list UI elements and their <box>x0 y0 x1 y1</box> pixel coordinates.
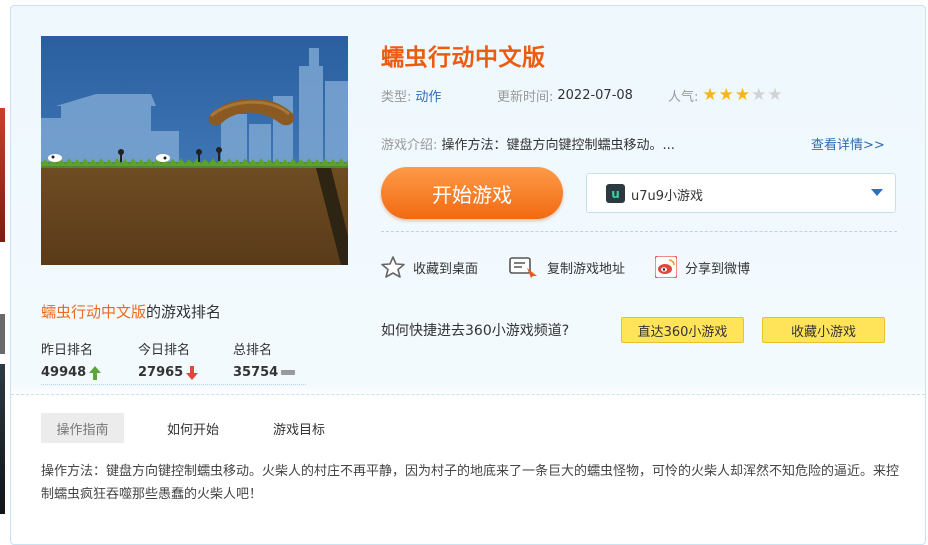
tab-how-to-start[interactable]: 如何开始 <box>167 413 219 443</box>
star-empty-icon: ★ <box>767 85 783 105</box>
share-weibo-button[interactable]: 分享到微博 <box>655 256 750 278</box>
rank-total: 总排名 35754 <box>233 339 296 380</box>
view-details-link[interactable]: 查看详情>> <box>811 134 885 153</box>
rank-value: 35754 <box>233 365 296 380</box>
arrow-up-icon <box>89 365 102 380</box>
popularity-stars: ★ ★ ★ ★ ★ <box>702 87 782 104</box>
goto-360-games-button[interactable]: 直达360小游戏 <box>621 317 744 343</box>
game-type: 类型: 动作 <box>381 86 441 105</box>
channel-question: 如何快捷进去360小游戏频道? <box>381 323 570 339</box>
update-label: 更新时间: <box>497 90 554 105</box>
ranking-game-link[interactable]: 蠕虫行动中文版 <box>41 303 146 321</box>
divider <box>41 384 306 385</box>
rank-label: 总排名 <box>233 343 273 358</box>
game-screenshot[interactable] <box>41 36 348 265</box>
copy-link-icon <box>509 257 537 278</box>
guide-text: 操作方法：键盘方向键控制蠕虫移动。火柴人的村庄不再平静，因为村子的地底来了一条巨… <box>41 464 900 502</box>
popularity-label: 人气: <box>668 90 699 105</box>
ranking-title: 蠕虫行动中文版的游戏排名 <box>41 301 221 322</box>
game-update-time: 更新时间: 2022-07-08 <box>497 86 633 105</box>
intro-text: 操作方法：键盘方向键控制蠕虫移动。... <box>441 138 675 153</box>
game-title: 蠕虫行动中文版 <box>381 45 546 71</box>
rank-label: 今日排名 <box>138 343 191 358</box>
intro-label: 游戏介绍: <box>381 138 438 153</box>
u7u9-logo-icon: u <box>606 184 625 203</box>
update-value: 2022-07-08 <box>557 88 633 103</box>
star-empty-icon: ★ <box>751 85 767 105</box>
background-edge <box>0 364 5 514</box>
share-weibo-label: 分享到微博 <box>685 261 751 277</box>
chevron-down-icon <box>871 189 883 196</box>
background-edge <box>0 108 5 242</box>
favorite-games-button[interactable]: 收藏小游戏 <box>762 317 885 343</box>
star-filled-icon: ★ <box>702 85 718 105</box>
divider <box>381 231 897 232</box>
flat-dash-icon <box>281 369 296 375</box>
star-outline-icon <box>381 256 405 278</box>
rank-today: 今日排名 27965 <box>138 339 199 380</box>
server-select[interactable]: u u7u9小游戏 <box>586 173 896 213</box>
copy-address-label: 复制游戏地址 <box>547 261 626 277</box>
weibo-icon <box>655 256 677 278</box>
rank-yesterday: 昨日排名 49948 <box>41 339 102 380</box>
server-name: u7u9小游戏 <box>631 189 704 204</box>
background-edge <box>0 314 5 354</box>
tab-game-goal[interactable]: 游戏目标 <box>273 413 325 443</box>
arrow-down-icon <box>186 365 199 380</box>
divider <box>11 394 925 395</box>
rank-label: 昨日排名 <box>41 343 94 358</box>
add-to-desktop-label: 收藏到桌面 <box>413 261 479 277</box>
guide-tabs: 操作指南 如何开始 游戏目标 <box>41 413 325 443</box>
game-popularity: 人气: ★ ★ ★ ★ ★ <box>668 86 783 106</box>
start-game-button[interactable]: 开始游戏 <box>381 167 563 219</box>
type-label: 类型: <box>381 90 412 105</box>
rank-value: 27965 <box>138 365 199 380</box>
add-to-desktop-button[interactable]: 收藏到桌面 <box>381 256 478 278</box>
type-link[interactable]: 动作 <box>415 86 441 105</box>
tab-operation-guide[interactable]: 操作指南 <box>41 413 124 443</box>
star-filled-icon: ★ <box>718 85 734 105</box>
rank-value: 49948 <box>41 365 102 380</box>
copy-address-button[interactable]: 复制游戏地址 <box>509 256 625 278</box>
star-filled-icon: ★ <box>734 85 751 105</box>
ranking-title-suffix: 的游戏排名 <box>146 303 222 321</box>
